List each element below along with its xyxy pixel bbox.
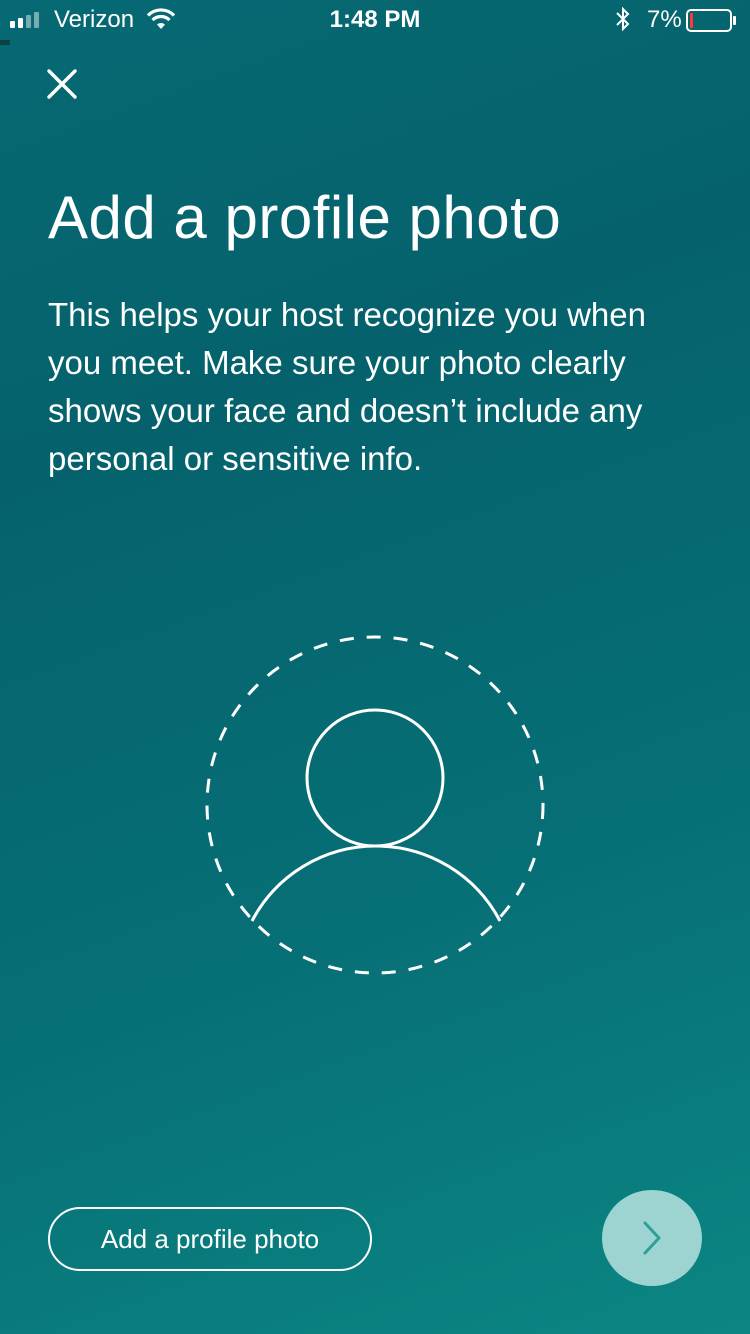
page-description: This helps your host recognize you when … — [48, 296, 646, 477]
page-title: Add a profile photo — [48, 184, 562, 251]
profile-placeholder-icon — [205, 635, 545, 975]
next-button[interactable] — [602, 1190, 702, 1286]
add-profile-photo-button[interactable]: Add a profile photo — [48, 1207, 372, 1271]
status-time: 1:48 PM — [329, 6, 421, 33]
bluetooth-icon — [616, 6, 630, 32]
status-indicator-mark — [0, 40, 10, 45]
battery-percent: 7% — [647, 6, 682, 33]
battery-icon — [686, 9, 736, 32]
status-bar: Verizon 1:48 PM 7% — [0, 0, 750, 40]
close-button[interactable] — [44, 66, 80, 102]
close-icon — [47, 69, 77, 99]
chevron-right-icon — [643, 1221, 661, 1255]
